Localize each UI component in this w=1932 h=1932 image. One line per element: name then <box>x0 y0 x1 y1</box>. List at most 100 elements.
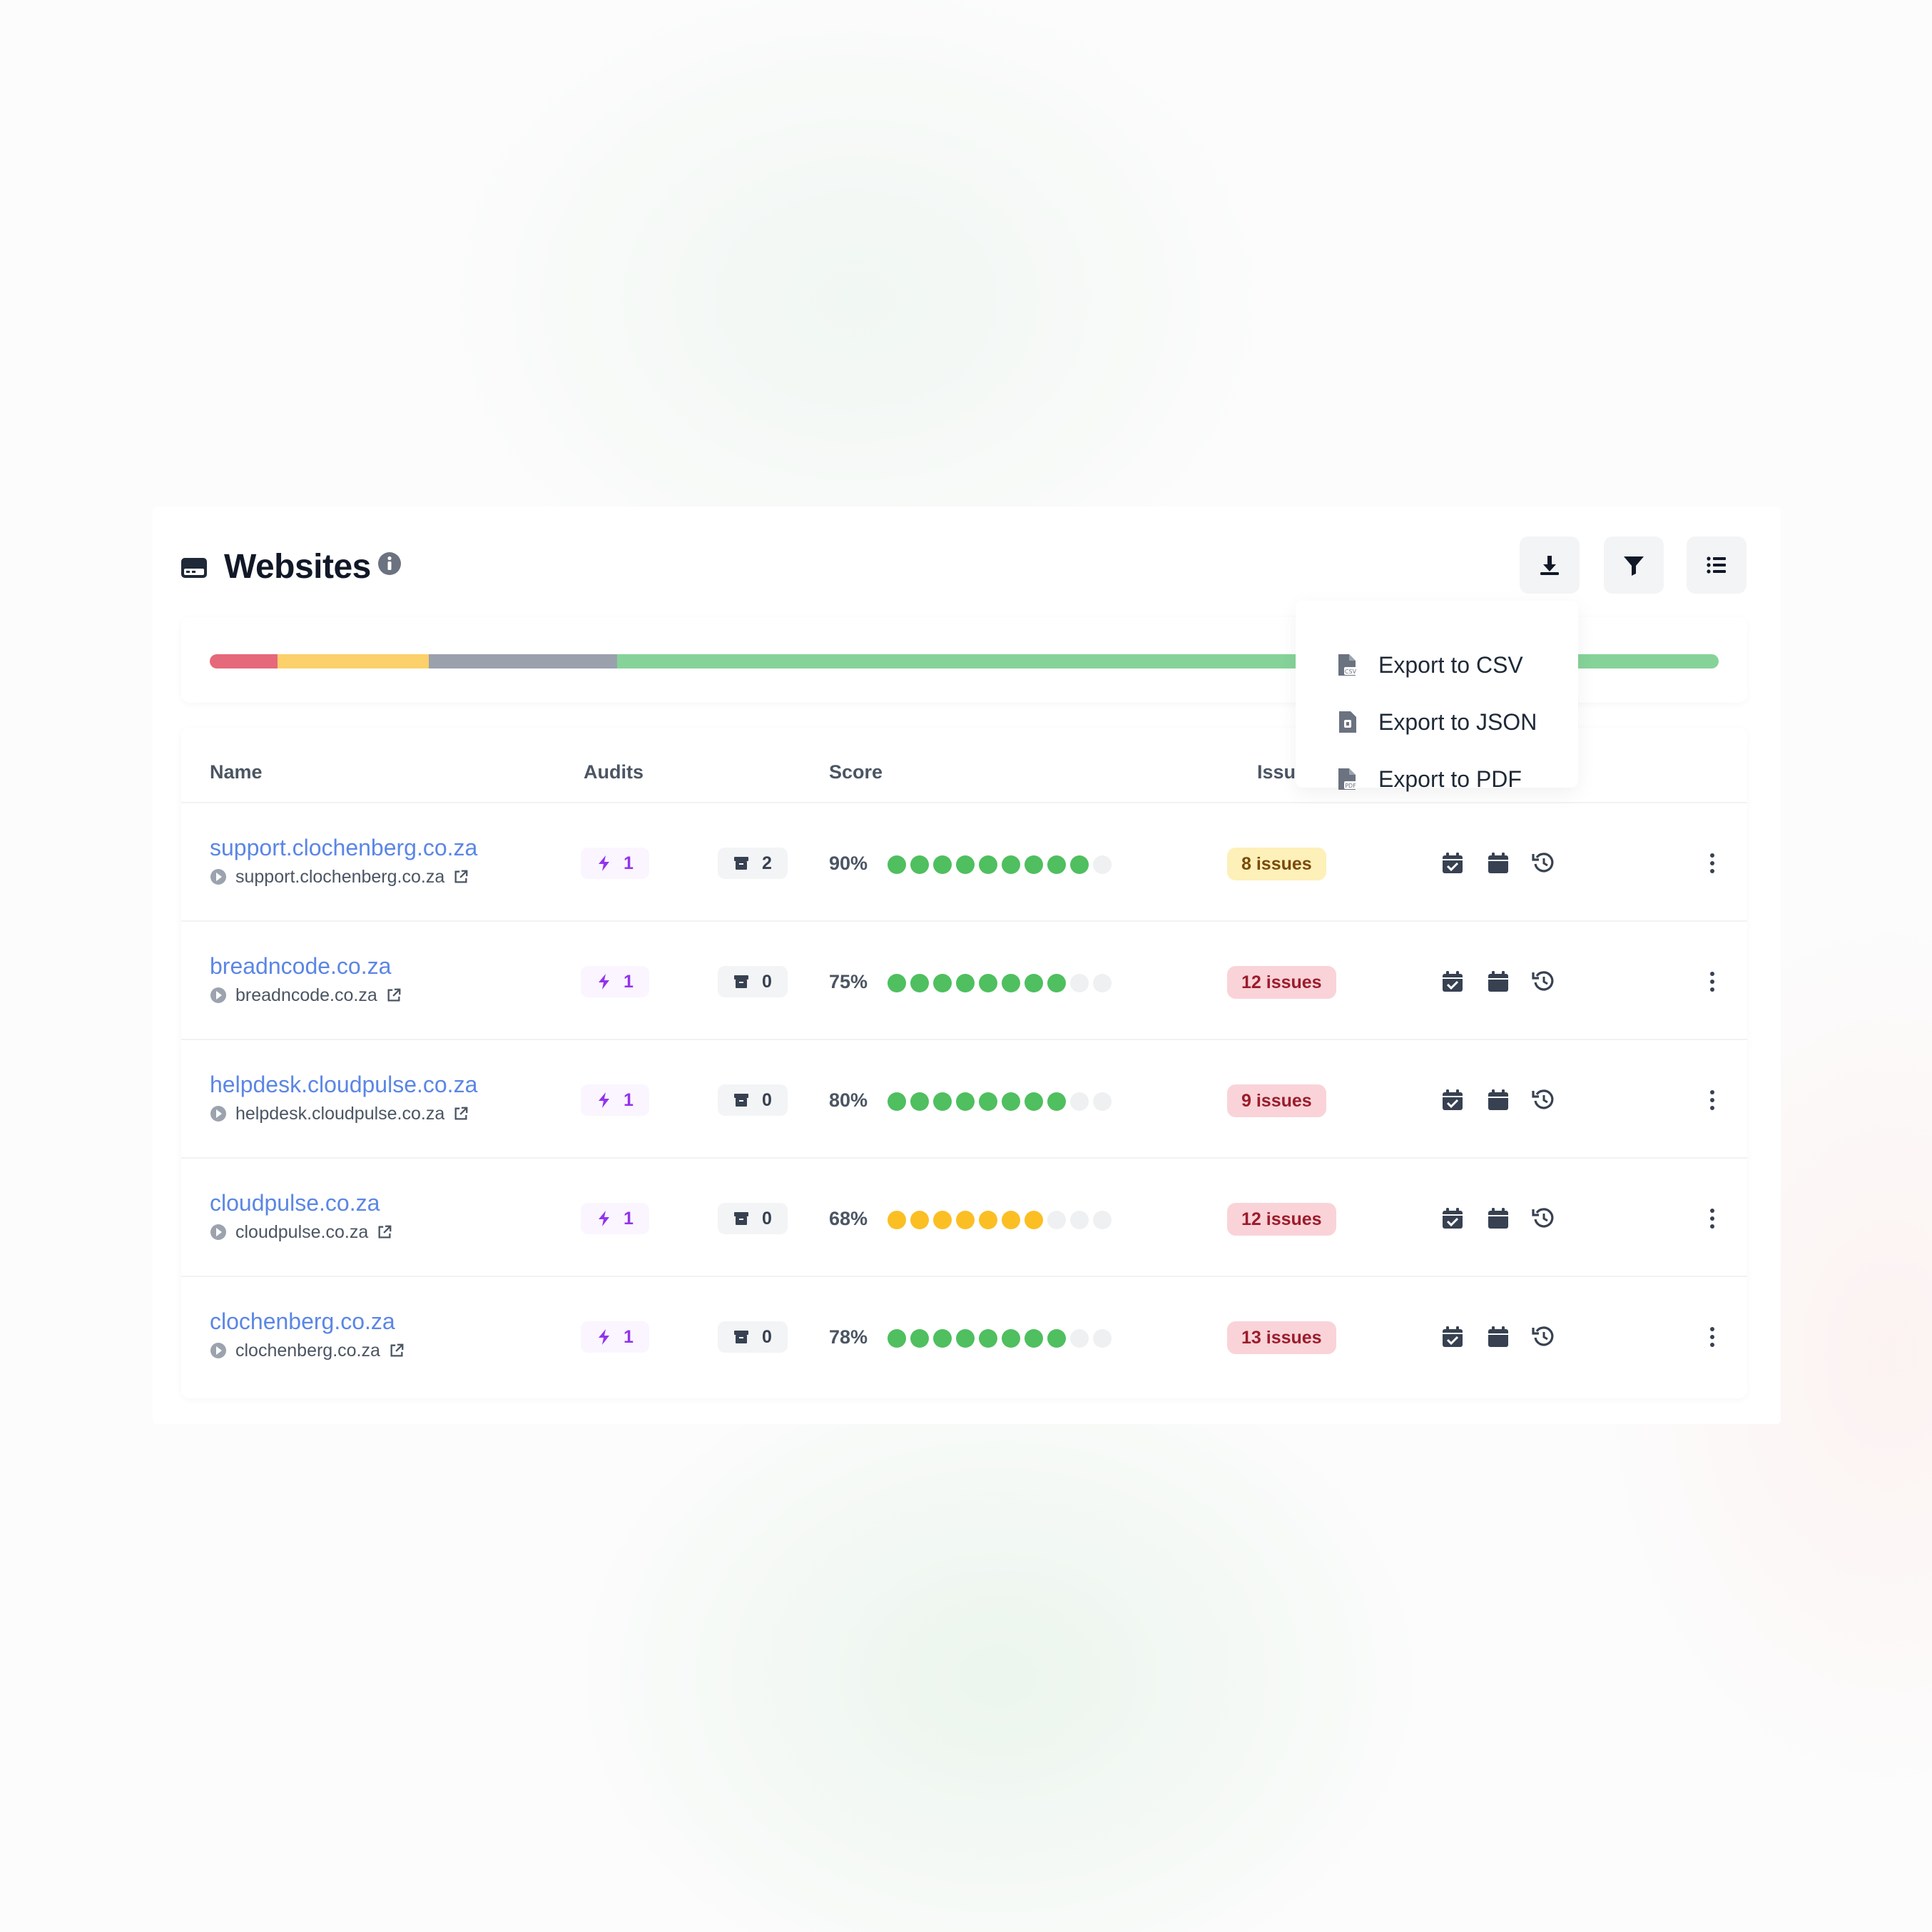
table-row[interactable]: cloudpulse.co.za cloudpulse.co.za 1 0 68% 12 … <box>181 1157 1747 1277</box>
site-url: clochenberg.co.za <box>210 1338 405 1363</box>
score-dot-filled <box>888 1329 906 1348</box>
column-header-name[interactable]: Name <box>210 758 263 786</box>
issues-badge[interactable]: 13 issues <box>1227 1321 1336 1354</box>
score-dot-empty <box>1093 1092 1112 1111</box>
running-audits-badge[interactable]: 1 <box>581 966 649 997</box>
globe-icon <box>210 1224 226 1240</box>
schedule-audit-button[interactable] <box>1438 1086 1467 1114</box>
calendar-icon <box>1488 853 1508 873</box>
issues-badge[interactable]: 12 issues <box>1227 966 1336 999</box>
table-row[interactable]: breadncode.co.za breadncode.co.za 1 0 75% 12 … <box>181 920 1747 1040</box>
row-menu-button[interactable] <box>1698 1204 1727 1233</box>
archived-audits-badge[interactable]: 0 <box>718 1203 788 1234</box>
bolt-icon <box>599 1092 609 1108</box>
row-menu-button[interactable] <box>1698 1086 1727 1114</box>
external-link[interactable] <box>377 1224 392 1240</box>
score-dots <box>888 974 1112 992</box>
history-button[interactable] <box>1530 849 1558 878</box>
score-dot-filled <box>933 974 952 992</box>
row-menu-button[interactable] <box>1698 967 1727 996</box>
external-link[interactable] <box>389 1343 405 1358</box>
summary-segment-critical <box>210 654 278 668</box>
running-audits-badge[interactable]: 1 <box>581 1203 649 1234</box>
issues-badge[interactable]: 12 issues <box>1227 1203 1336 1236</box>
globe-icon <box>210 869 226 885</box>
archived-audits-count: 0 <box>762 1208 772 1229</box>
score-percent: 75% <box>829 971 868 992</box>
site-name-link[interactable]: cloudpulse.co.za <box>210 1187 380 1219</box>
history-button[interactable] <box>1530 1086 1558 1114</box>
archived-audits-badge[interactable]: 0 <box>718 1321 788 1353</box>
site-name-link[interactable]: clochenberg.co.za <box>210 1306 395 1337</box>
archive-icon <box>734 1094 748 1107</box>
calendar-button[interactable] <box>1484 1323 1512 1351</box>
score-dot-filled <box>888 855 906 874</box>
schedule-audit-button[interactable] <box>1438 1204 1467 1233</box>
schedule-audit-button[interactable] <box>1438 967 1467 996</box>
site-name-link[interactable]: helpdesk.cloudpulse.co.za <box>210 1069 477 1100</box>
archived-audits-count: 0 <box>762 1326 772 1347</box>
site-name-link[interactable]: support.clochenberg.co.za <box>210 832 477 863</box>
score-dot-filled <box>1025 1329 1043 1348</box>
history-button[interactable] <box>1530 967 1558 996</box>
calendar-button[interactable] <box>1484 1204 1512 1233</box>
score-percent: 80% <box>829 1089 868 1111</box>
table-row[interactable]: support.clochenberg.co.za support.clochen… <box>181 802 1747 922</box>
archived-audits-badge[interactable]: 2 <box>718 848 788 879</box>
globe-icon <box>210 1343 226 1358</box>
running-audits-badge[interactable]: 1 <box>581 1084 649 1116</box>
calendar-check-icon <box>1443 1326 1463 1347</box>
running-audits-count: 1 <box>624 853 634 873</box>
table-row[interactable]: helpdesk.cloudpulse.co.za helpdesk.cloudp… <box>181 1039 1747 1159</box>
history-button[interactable] <box>1530 1323 1558 1351</box>
export-json-item[interactable]: Export to JSON <box>1337 702 1537 742</box>
score-dot-empty <box>1093 1211 1112 1229</box>
running-audits-count: 1 <box>624 971 634 992</box>
calendar-button[interactable] <box>1484 967 1512 996</box>
archived-audits-badge[interactable]: 0 <box>718 966 788 997</box>
score-percent: 68% <box>829 1208 868 1229</box>
score-dot-filled <box>1025 974 1043 992</box>
running-audits-badge[interactable]: 1 <box>581 848 649 879</box>
download-button[interactable] <box>1520 537 1580 594</box>
score-dot-filled <box>933 1092 952 1111</box>
history-button[interactable] <box>1530 1204 1558 1233</box>
score-dot-filled <box>956 974 975 992</box>
schedule-audit-button[interactable] <box>1438 1323 1467 1351</box>
table-row[interactable]: clochenberg.co.za clochenberg.co.za 1 0 78% 1… <box>181 1276 1747 1395</box>
row-menu-button[interactable] <box>1698 1323 1727 1351</box>
row-menu-button[interactable] <box>1698 849 1727 878</box>
score-dot-empty <box>1093 974 1112 992</box>
score-dot-filled <box>888 1092 906 1111</box>
websites-table: Name Audits Score Issues support.clochen… <box>181 728 1747 1398</box>
list-view-button[interactable] <box>1687 537 1747 594</box>
score-dot-filled <box>933 855 952 874</box>
score-dot-filled <box>1047 1329 1066 1348</box>
external-link-icon <box>390 1343 404 1357</box>
issues-badge[interactable]: 8 issues <box>1227 848 1326 880</box>
site-name-link[interactable]: breadncode.co.za <box>210 950 391 982</box>
archived-audits-badge[interactable]: 0 <box>718 1084 788 1116</box>
score-dot-empty <box>1047 1211 1066 1229</box>
calendar-button[interactable] <box>1484 1086 1512 1114</box>
issues-badge[interactable]: 9 issues <box>1227 1084 1326 1117</box>
running-audits-badge[interactable]: 1 <box>581 1321 649 1353</box>
external-link[interactable] <box>386 987 402 1003</box>
score-dot-empty <box>1093 855 1112 874</box>
calendar-button[interactable] <box>1484 849 1512 878</box>
schedule-audit-button[interactable] <box>1438 849 1467 878</box>
external-link[interactable] <box>453 1106 469 1122</box>
history-icon <box>1532 1208 1554 1228</box>
info-circle-icon[interactable] <box>377 551 402 576</box>
external-link[interactable] <box>453 869 469 885</box>
score-dot-empty <box>1070 974 1089 992</box>
column-header-score[interactable]: Score <box>829 758 883 786</box>
score-dot-filled <box>1025 1092 1043 1111</box>
score-dot-filled <box>1002 1211 1020 1229</box>
export-pdf-item[interactable]: PDF Export to PDF <box>1337 759 1522 799</box>
filter-button[interactable] <box>1604 537 1664 594</box>
export-csv-item[interactable]: CSV Export to CSV <box>1337 645 1523 685</box>
column-header-audits[interactable]: Audits <box>584 758 644 786</box>
site-url: breadncode.co.za <box>210 983 402 1007</box>
external-link-icon <box>454 1107 468 1120</box>
